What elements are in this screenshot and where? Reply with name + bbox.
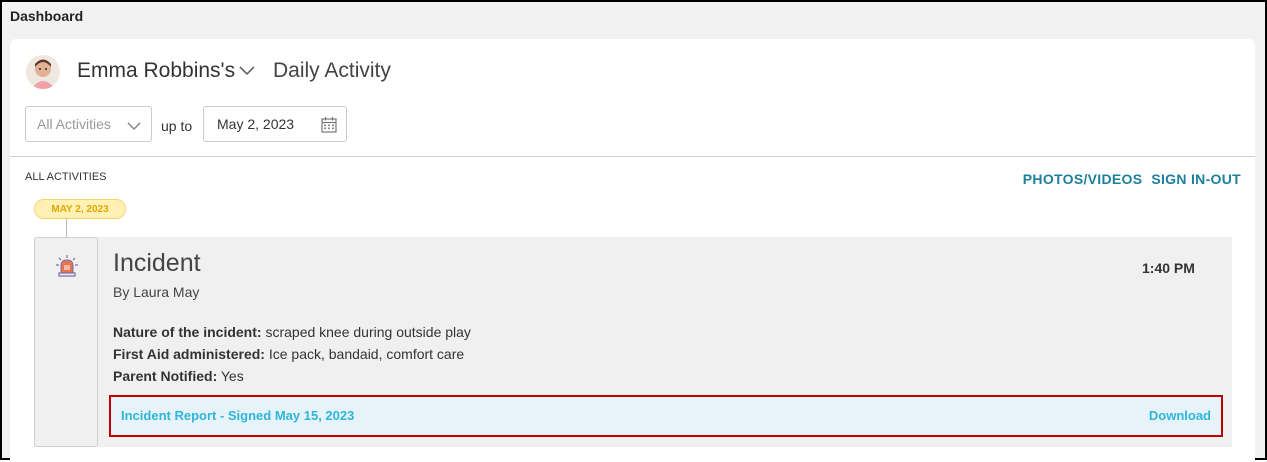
incident-detail-nature: Nature of the incident: scraped knee dur… — [113, 324, 471, 340]
download-link[interactable]: Download — [1149, 408, 1211, 423]
incident-report-bar: Incident Report - Signed May 15, 2023 Do… — [109, 395, 1223, 437]
timeline-connector — [66, 219, 67, 237]
detail-value: Ice pack, bandaid, comfort care — [268, 346, 465, 362]
photos-videos-link[interactable]: PHOTOS/VIDEOS — [1023, 171, 1143, 187]
entry-time: 1:40 PM — [1142, 260, 1195, 276]
entry-icon-column — [34, 237, 98, 447]
sign-in-out-link[interactable]: SIGN IN-OUT — [1151, 171, 1241, 187]
entry-title: Incident — [113, 249, 201, 277]
incident-report-link[interactable]: Incident Report - Signed May 15, 2023 — [121, 408, 354, 423]
detail-label: Parent Notified: — [113, 368, 218, 384]
child-selector[interactable]: Emma Robbins's — [77, 59, 255, 83]
incident-detail-first-aid: First Aid administered: Ice pack, bandai… — [113, 346, 464, 362]
date-value: May 2, 2023 — [217, 116, 295, 132]
chevron-down-icon — [127, 118, 141, 134]
activity-links: PHOTOS/VIDEOS SIGN IN-OUT — [1023, 171, 1241, 187]
date-picker-input[interactable]: May 2, 2023 — [203, 106, 347, 142]
incident-detail-parent-notified: Parent Notified: Yes — [113, 368, 244, 384]
incident-entry: Incident By Laura May 1:40 PM Nature of … — [34, 237, 1232, 447]
divider — [10, 156, 1255, 157]
avatar — [26, 55, 60, 89]
daily-activity-card: Emma Robbins's Daily Activity All Activi… — [10, 39, 1255, 462]
child-name: Emma Robbins's — [77, 59, 236, 82]
detail-value: Yes — [220, 368, 244, 384]
app-frame: Dashboard Emma Robbins's Daily Activity … — [0, 0, 1267, 462]
calendar-icon[interactable] — [321, 116, 337, 136]
entry-author: By Laura May — [113, 284, 200, 300]
detail-label: Nature of the incident: — [113, 324, 262, 340]
page-title: Daily Activity — [273, 59, 391, 82]
activity-filter-value: All Activities — [37, 116, 111, 132]
detail-value: scraped knee during outside play — [265, 324, 471, 340]
section-label: ALL ACTIVITIES — [25, 171, 107, 183]
up-to-label: up to — [161, 118, 193, 134]
detail-label: First Aid administered: — [113, 346, 265, 362]
alarm-siren-icon — [55, 254, 79, 283]
activity-filter-select[interactable]: All Activities — [25, 106, 152, 142]
page-header-title: Dashboard — [10, 8, 84, 24]
date-pill: MAY 2, 2023 — [34, 199, 126, 219]
chevron-down-icon — [239, 66, 255, 76]
